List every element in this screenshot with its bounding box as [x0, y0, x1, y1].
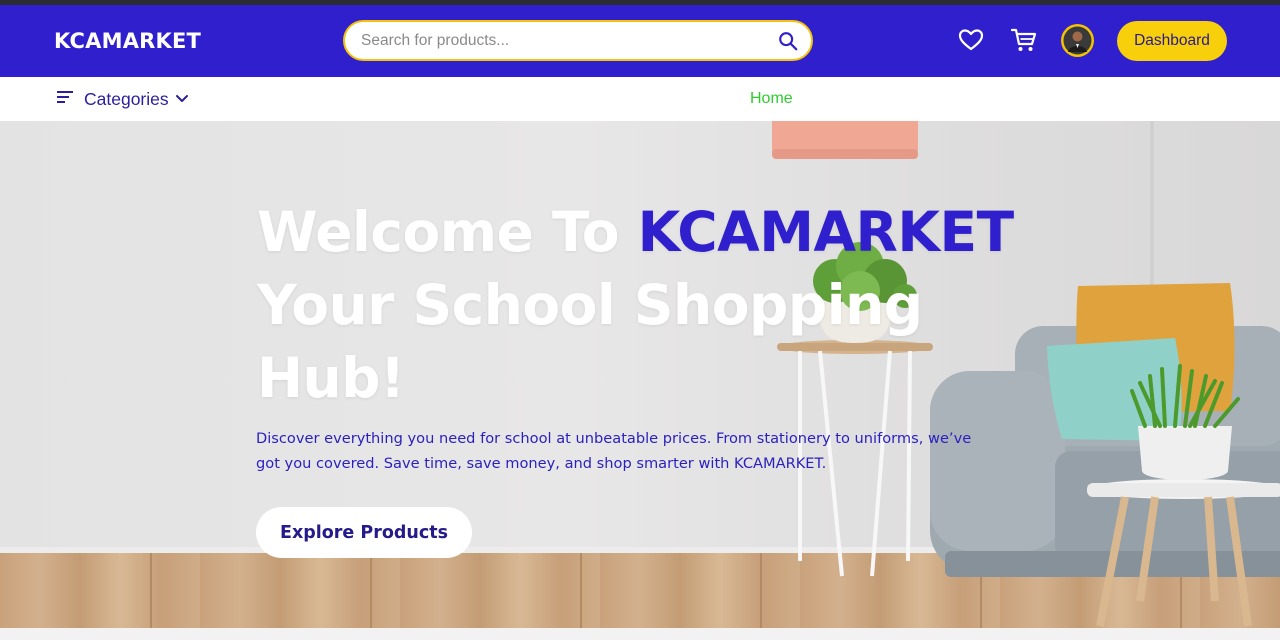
nav-home-link[interactable]: Home: [750, 90, 793, 108]
top-header: KCAMARKET Dashboard: [0, 5, 1280, 77]
search-bar: [343, 20, 813, 61]
heart-icon[interactable]: [956, 25, 986, 55]
page-bottom-strip: [0, 628, 1280, 640]
categories-label: Categories: [84, 89, 169, 109]
site-logo[interactable]: KCAMARKET: [54, 29, 201, 53]
dashboard-button[interactable]: Dashboard: [1117, 21, 1227, 61]
search-icon[interactable]: [775, 28, 801, 54]
categories-dropdown[interactable]: Categories: [56, 89, 189, 110]
explore-products-button[interactable]: Explore Products: [256, 507, 472, 558]
hero-title-brand: KCAMARKET: [637, 200, 1014, 264]
chevron-down-icon: [175, 91, 189, 109]
search-input[interactable]: [361, 30, 761, 52]
avatar[interactable]: [1061, 24, 1094, 57]
menu-lines-icon: [56, 90, 74, 109]
hero-subtitle: Discover everything you need for school …: [256, 430, 972, 472]
hero-title: Welcome To KCAMARKET Your School Shoppin…: [257, 196, 1017, 415]
hero-title-rest: Your School Shopping Hub!: [257, 273, 923, 410]
cart-icon[interactable]: [1009, 25, 1039, 55]
hero-title-prefix: Welcome To: [257, 200, 638, 264]
sub-navigation: Categories Home: [0, 77, 1280, 121]
hero-banner: Welcome To KCAMARKET Your School Shoppin…: [0, 121, 1280, 628]
